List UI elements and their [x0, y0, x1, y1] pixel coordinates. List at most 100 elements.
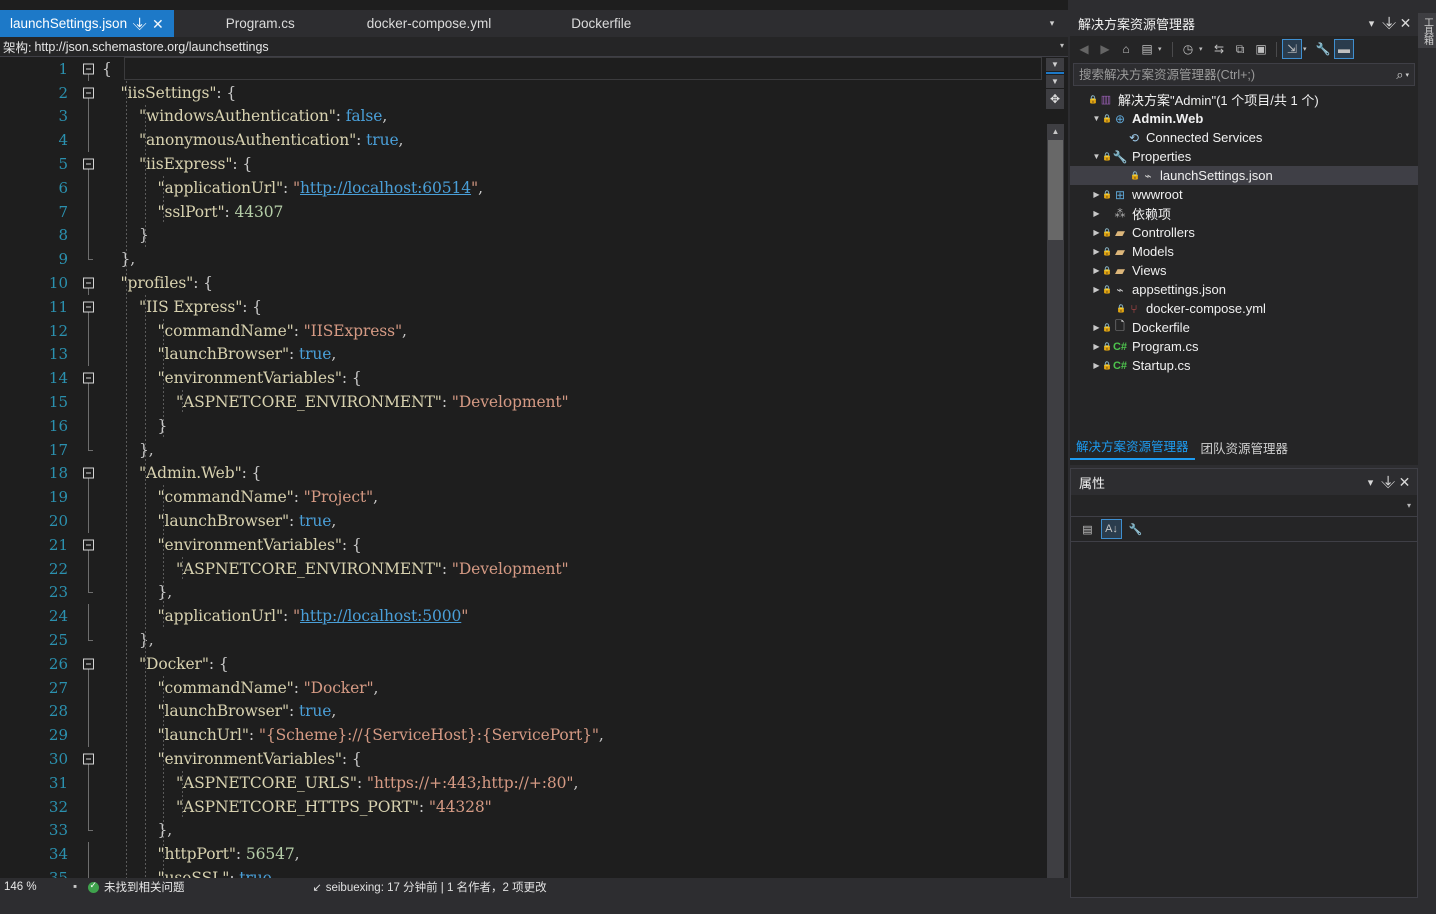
history-button[interactable]: ◷: [1178, 39, 1198, 59]
code-line[interactable]: 27 "commandName": "Docker",: [0, 675, 1048, 700]
close-icon[interactable]: ✕: [152, 17, 164, 31]
fold-margin-cell[interactable]: [78, 652, 102, 676]
code-line[interactable]: 19 "commandName": "Project",: [0, 485, 1048, 510]
fold-margin-cell[interactable]: [78, 699, 102, 724]
fold-margin-cell[interactable]: [78, 104, 102, 129]
zoom-level[interactable]: 146 %: [0, 881, 62, 893]
pending-changes-button[interactable]: ▤: [1137, 39, 1157, 59]
editor-tab-program-cs[interactable]: Program.cs: [215, 10, 305, 37]
tree-item-views[interactable]: ▶ 🔒 ▰ Views: [1070, 261, 1418, 280]
code-line[interactable]: 30 "environmentVariables": {: [0, 747, 1048, 771]
scrollbar-thumb[interactable]: [1048, 140, 1063, 240]
code-line[interactable]: 10 "profiles": {: [0, 271, 1048, 295]
tree-item-controllers[interactable]: ▶ 🔒 ▰ Controllers: [1070, 223, 1418, 242]
bottom-tab-solution-explorer[interactable]: 解决方案资源管理器: [1070, 434, 1195, 460]
fold-margin-cell[interactable]: [78, 199, 102, 224]
show-all-files-button[interactable]: ▣: [1251, 39, 1271, 59]
code-line[interactable]: 2 "iisSettings": {: [0, 81, 1048, 105]
fold-margin-cell[interactable]: [78, 81, 102, 105]
code-line[interactable]: 31 "ASPNETCORE_URLS": "https://+:443;http…: [0, 770, 1048, 795]
collapse-box-icon[interactable]: [83, 372, 94, 384]
code-line[interactable]: 32 "ASPNETCORE_HTTPS_PORT": "44328": [0, 794, 1048, 819]
collapse-box-icon[interactable]: [83, 277, 94, 289]
code-line[interactable]: 7 "sslPort": 44307: [0, 199, 1048, 224]
code-token-link[interactable]: http://localhost:60514: [300, 179, 471, 197]
solution-explorer-search[interactable]: ⌕ ▾: [1073, 63, 1415, 86]
tab-overflow-button[interactable]: ▾: [1042, 10, 1062, 37]
property-pages-button[interactable]: 🔧: [1125, 519, 1146, 539]
fold-margin-cell[interactable]: [78, 509, 102, 533]
tree-item-wwwroot[interactable]: ▶ 🔒 ⊞ wwwroot: [1070, 185, 1418, 204]
tree-item-launchsettings-json[interactable]: 🔒 ⌁ launchSettings.json: [1070, 166, 1418, 185]
collapse-box-icon[interactable]: [83, 158, 94, 170]
fold-margin-cell[interactable]: [78, 437, 102, 462]
fold-margin-cell[interactable]: [78, 462, 102, 486]
fold-margin-cell[interactable]: [78, 580, 102, 605]
tree-item-properties[interactable]: ▼ 🔒 🔧 Properties: [1070, 147, 1418, 166]
code-token-link[interactable]: http://localhost:5000: [300, 607, 461, 625]
git-status[interactable]: ↙ seibuexing: 17 分钟前 | 1 名作者，2 项更改: [313, 879, 547, 895]
code-line[interactable]: 4 "anonymousAuthentication": true,: [0, 128, 1048, 153]
fold-margin-cell[interactable]: [78, 223, 102, 248]
split-down-button[interactable]: ▼: [1046, 75, 1064, 88]
code-line[interactable]: 12 "commandName": "IISExpress",: [0, 318, 1048, 343]
code-line[interactable]: 17},: [0, 437, 1048, 462]
code-line[interactable]: 14 "environmentVariables": {: [0, 366, 1048, 391]
code-line[interactable]: 23},: [0, 580, 1048, 605]
pending-changes-caret[interactable]: ▾: [1158, 45, 1167, 53]
tree-item-[interactable]: ▶ ⁂ 依赖项: [1070, 204, 1418, 223]
chevron-down-icon[interactable]: ▾: [1407, 501, 1411, 510]
fold-margin-cell[interactable]: [78, 842, 102, 867]
code-line[interactable]: 21 "environmentVariables": {: [0, 533, 1048, 557]
search-icon[interactable]: ⌕: [1394, 67, 1405, 83]
solution-tree[interactable]: 🔒 ▥ 解决方案"Admin"(1 个项目/共 1 个) ▼ 🔒 ⊕ Admin.Web ⟲ C…: [1070, 87, 1418, 465]
fold-margin-cell[interactable]: [78, 342, 102, 367]
scroll-up-icon[interactable]: ▲: [1047, 124, 1064, 139]
fold-margin-cell[interactable]: [78, 770, 102, 795]
code-line[interactable]: 13 "launchBrowser": true,: [0, 342, 1048, 367]
bottom-tab-team-explorer[interactable]: 团队资源管理器: [1195, 436, 1295, 460]
code-line[interactable]: 1{: [0, 57, 1048, 81]
code-editor-surface[interactable]: 1{2 "iisSettings": {3 "windowsAuthenticati…: [0, 57, 1048, 896]
fold-margin-cell[interactable]: [78, 128, 102, 153]
collapse-box-icon[interactable]: [83, 87, 94, 99]
tree-item-models[interactable]: ▶ 🔒 ▰ Models: [1070, 242, 1418, 261]
history-caret[interactable]: ▾: [1199, 45, 1208, 53]
code-line[interactable]: 5 "iisExpress": {: [0, 152, 1048, 176]
code-line[interactable]: 22 "ASPNETCORE_ENVIRONMENT": "Development…: [0, 556, 1048, 581]
fold-margin-cell[interactable]: [78, 390, 102, 414]
alphabetical-sort-button[interactable]: A↓: [1101, 519, 1122, 539]
editor-split-control[interactable]: ▼ ▼ ✥: [1046, 58, 1064, 120]
code-line[interactable]: 20 "launchBrowser": true,: [0, 509, 1048, 533]
fold-margin-cell[interactable]: [78, 604, 102, 629]
editor-vertical-scrollbar[interactable]: ▲ ▼: [1047, 124, 1064, 896]
collapse-box-icon[interactable]: [83, 753, 94, 765]
fold-margin-cell[interactable]: [78, 413, 102, 438]
fold-margin-cell[interactable]: [78, 152, 102, 176]
code-line[interactable]: 6 "applicationUrl": "http://localhost:605…: [0, 175, 1048, 200]
fold-margin-cell[interactable]: [78, 794, 102, 819]
refresh-button[interactable]: ⧉: [1230, 39, 1250, 59]
code-line[interactable]: 15 "ASPNETCORE_ENVIRONMENT": "Development…: [0, 390, 1048, 414]
fold-margin-cell[interactable]: [78, 318, 102, 343]
fold-margin-cell[interactable]: [78, 747, 102, 771]
editor-tab-docker-compose-yml[interactable]: docker-compose.yml: [356, 10, 502, 37]
code-line[interactable]: 34 "httpPort": 56547,: [0, 842, 1048, 867]
code-line[interactable]: 29 "launchUrl": "{Scheme}://{ServiceHost}…: [0, 723, 1048, 748]
code-line[interactable]: 24 "applicationUrl": "http://localhost:50…: [0, 604, 1048, 629]
tree-item-startup-cs[interactable]: ▶ 🔒 C# Startup.cs: [1070, 356, 1418, 375]
editor-tab-dockerfile[interactable]: Dockerfile: [561, 10, 642, 37]
fold-margin-cell[interactable]: [78, 247, 102, 271]
tree-item-admin-web[interactable]: ▼ 🔒 ⊕ Admin.Web: [1070, 109, 1418, 128]
search-input[interactable]: [1079, 67, 1395, 82]
collapse-box-icon[interactable]: [83, 301, 94, 313]
fold-margin-cell[interactable]: [78, 175, 102, 200]
collapse-box-icon[interactable]: [83, 658, 94, 670]
fold-margin-cell[interactable]: [78, 556, 102, 581]
fold-margin-cell[interactable]: [78, 818, 102, 843]
collapse-all-button[interactable]: ⇲: [1282, 39, 1302, 59]
issue-status[interactable]: 未找到相关问题: [88, 879, 185, 895]
collapse-all-caret[interactable]: ▾: [1303, 45, 1312, 53]
code-line[interactable]: 11 "IIS Express": {: [0, 295, 1048, 319]
preview-selected-button[interactable]: ▬: [1334, 39, 1354, 59]
